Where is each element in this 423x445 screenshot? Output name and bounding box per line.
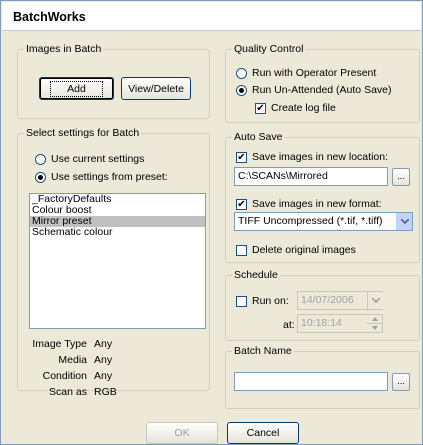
use-current-radio-circle bbox=[35, 153, 46, 165]
preset-list[interactable]: _FactoryDefaults Colour boost Mirror pre… bbox=[29, 193, 206, 329]
info-value: Any bbox=[94, 370, 113, 382]
checkmark-icon: ✔ bbox=[255, 102, 266, 114]
view-delete-button[interactable]: View/Delete bbox=[121, 77, 191, 100]
checkmark-icon: ✔ bbox=[236, 151, 247, 163]
schedule-legend: Schedule bbox=[234, 269, 278, 281]
unattended-label: Run Un-Attended (Auto Save) bbox=[252, 84, 392, 96]
use-preset-label: Use settings from preset: bbox=[51, 171, 168, 183]
cancel-button[interactable]: Cancel bbox=[227, 422, 299, 444]
batch-name-input[interactable] bbox=[234, 372, 388, 391]
create-log-checkbox[interactable]: ✔ Create log file bbox=[255, 102, 336, 114]
save-format-checkbox[interactable]: ✔ Save images in new format: bbox=[236, 198, 382, 210]
auto-save-legend: Auto Save bbox=[234, 131, 283, 143]
unattended-radio-circle bbox=[236, 84, 247, 96]
info-key: Image Type bbox=[32, 338, 87, 350]
images-in-batch-legend: Images in Batch bbox=[26, 43, 102, 55]
ok-button[interactable]: OK bbox=[146, 422, 218, 444]
spin-down-icon[interactable] bbox=[367, 324, 383, 332]
info-key: Condition bbox=[42, 370, 87, 382]
run-on-checkbox[interactable]: Run on: bbox=[236, 295, 289, 307]
save-format-label: Save images in new format: bbox=[252, 198, 382, 210]
info-media: Media Any bbox=[19, 354, 112, 366]
info-key: Media bbox=[58, 354, 87, 366]
window-title: BatchWorks bbox=[13, 10, 86, 24]
title-bar: BatchWorks bbox=[2, 2, 421, 31]
info-scan-as: Scan as RGB bbox=[19, 386, 117, 398]
use-preset-radio[interactable]: Use settings from preset: bbox=[35, 171, 168, 183]
info-key: Scan as bbox=[49, 386, 87, 398]
operator-present-label: Run with Operator Present bbox=[252, 67, 377, 79]
add-button-label: Add bbox=[50, 80, 103, 97]
use-current-label: Use current settings bbox=[51, 153, 145, 165]
time-spinner[interactable] bbox=[367, 315, 383, 332]
operator-present-radio-circle bbox=[236, 67, 247, 79]
info-value: RGB bbox=[94, 386, 117, 398]
run-on-label: Run on: bbox=[252, 295, 289, 307]
info-image-type: Image Type Any bbox=[19, 338, 112, 350]
chevron-down-icon[interactable] bbox=[367, 292, 383, 309]
chevron-down-icon[interactable] bbox=[396, 213, 412, 230]
info-value: Any bbox=[94, 354, 113, 366]
checkbox-empty-icon bbox=[236, 295, 247, 307]
info-condition: Condition Any bbox=[19, 370, 112, 382]
save-location-input[interactable]: C:\SCANs\Mirrored bbox=[234, 167, 388, 186]
batch-name-legend: Batch Name bbox=[234, 345, 292, 357]
at-label: at: bbox=[283, 319, 295, 331]
spin-up-icon[interactable] bbox=[367, 315, 383, 324]
settings-legend: Select settings for Batch bbox=[26, 127, 140, 139]
checkmark-icon: ✔ bbox=[236, 198, 247, 210]
unattended-radio[interactable]: Run Un-Attended (Auto Save) bbox=[236, 84, 392, 96]
create-log-label: Create log file bbox=[271, 102, 336, 114]
browse-location-button[interactable]: ... bbox=[392, 168, 410, 186]
use-current-settings-radio[interactable]: Use current settings bbox=[35, 153, 144, 165]
list-item[interactable]: Schematic colour bbox=[30, 227, 205, 238]
operator-present-radio[interactable]: Run with Operator Present bbox=[236, 67, 376, 79]
browse-batch-name-button[interactable]: ... bbox=[392, 373, 410, 391]
save-location-checkbox[interactable]: ✔ Save images in new location: bbox=[236, 151, 388, 163]
format-select[interactable]: TIFF Uncompressed (*.tif, *.tiff) bbox=[234, 212, 413, 231]
delete-original-label: Delete original images bbox=[252, 244, 356, 256]
info-value: Any bbox=[94, 338, 113, 350]
format-select-value: TIFF Uncompressed (*.tif, *.tiff) bbox=[238, 215, 383, 227]
save-location-label: Save images in new location: bbox=[252, 151, 388, 163]
use-preset-radio-circle bbox=[35, 171, 46, 183]
delete-original-checkbox[interactable]: Delete original images bbox=[236, 244, 356, 256]
add-button[interactable]: Add bbox=[39, 77, 114, 100]
checkbox-empty-icon bbox=[236, 244, 247, 256]
quality-control-legend: Quality Control bbox=[234, 43, 304, 55]
batchworks-window: BatchWorks Images in Batch Add View/Dele… bbox=[0, 0, 423, 445]
